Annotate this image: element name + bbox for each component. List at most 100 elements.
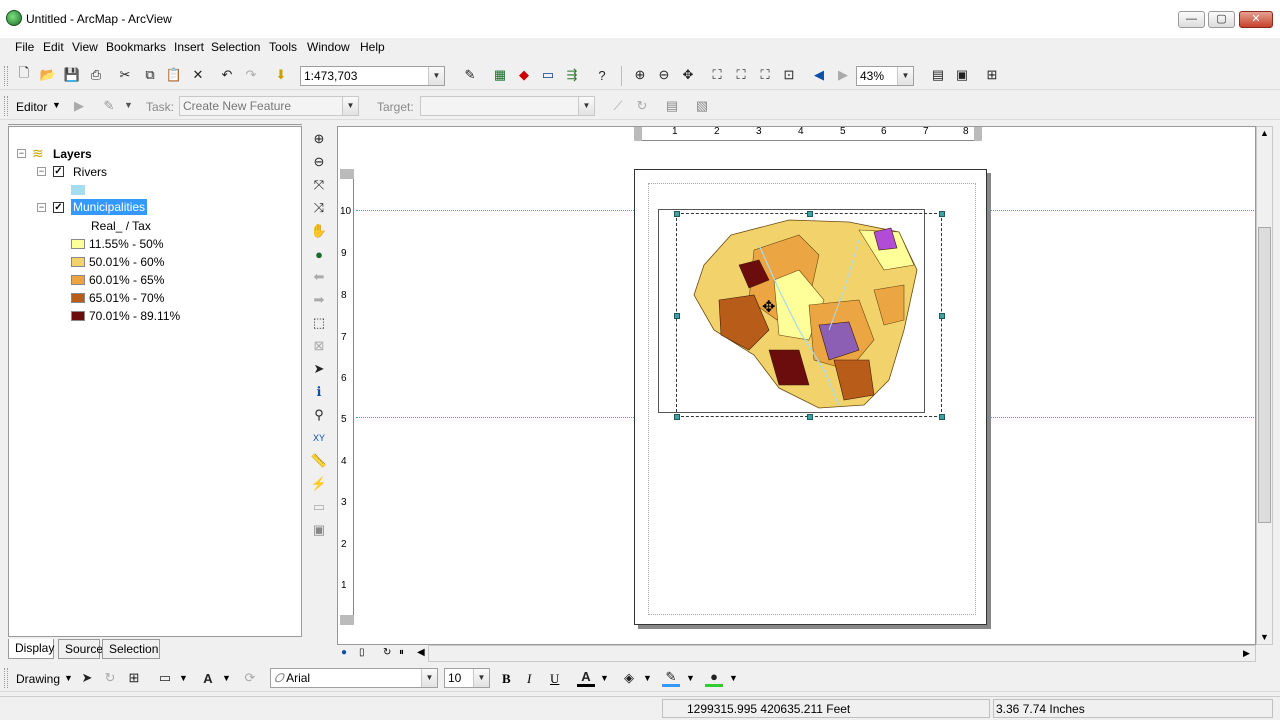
data-view-icon[interactable]: ●: [341, 647, 347, 658]
toolbar-grip[interactable]: [4, 668, 8, 688]
vertical-scrollbar[interactable]: ▲ ▼: [1256, 126, 1273, 645]
scrollbar-thumb[interactable]: [1258, 227, 1271, 523]
resize-handle[interactable]: [674, 313, 680, 319]
chevron-down-icon[interactable]: ▼: [473, 669, 489, 687]
chevron-down-icon[interactable]: ▼: [428, 67, 444, 85]
toolbar-grip[interactable]: [4, 66, 8, 86]
zoom-whole-page-icon[interactable]: ⛶: [708, 66, 726, 84]
find-binoculars-icon[interactable]: ⚲: [310, 406, 328, 424]
measure-icon[interactable]: 📏: [310, 452, 328, 470]
toolbar-grip[interactable]: [4, 96, 8, 116]
open-folder-icon[interactable]: 📂: [39, 66, 57, 84]
chevron-down-icon[interactable]: ▼: [729, 673, 738, 683]
resize-handle[interactable]: [939, 414, 945, 420]
copy-icon[interactable]: ⧉: [141, 66, 159, 84]
minimize-button[interactable]: —: [1178, 11, 1205, 28]
arctoolbox-icon[interactable]: ▦: [491, 66, 509, 84]
add-data-icon[interactable]: ⬇: [272, 66, 290, 84]
layer-visibility-checkbox[interactable]: ✓: [53, 202, 64, 213]
zoom-100-icon[interactable]: ⛶: [732, 66, 750, 84]
chevron-down-icon[interactable]: ▼: [64, 673, 73, 683]
whats-this-icon[interactable]: ?: [593, 66, 611, 84]
zoom-out-page-icon[interactable]: ⊖: [655, 66, 673, 84]
tab-display[interactable]: Display: [8, 639, 54, 659]
menu-file[interactable]: File: [15, 40, 34, 54]
back-extent-icon[interactable]: ◀: [810, 66, 828, 84]
italic-button[interactable]: I: [527, 671, 531, 687]
cut-icon[interactable]: ✂: [116, 66, 134, 84]
fixed-zoom-in-icon[interactable]: ⤧: [310, 176, 328, 194]
collapse-icon[interactable]: −: [37, 167, 46, 176]
select-elements-arrow-icon[interactable]: ➤: [310, 360, 328, 378]
chevron-down-icon[interactable]: ▼: [421, 669, 437, 687]
zoom-in-page-icon[interactable]: ⊕: [631, 66, 649, 84]
zoom-percent-combo[interactable]: 43% ▼: [856, 66, 914, 86]
resize-handle[interactable]: [807, 414, 813, 420]
resize-handle[interactable]: [807, 211, 813, 217]
fixed-zoom-out-icon[interactable]: ⊡: [780, 66, 798, 84]
font-combo[interactable]: 𝑂 Arial ▼: [270, 668, 438, 688]
layer-visibility-checkbox[interactable]: ✓: [53, 166, 64, 177]
chevron-down-icon[interactable]: ▼: [179, 673, 188, 683]
bold-button[interactable]: B: [502, 671, 511, 687]
map-scale-combo[interactable]: 1:473,703 ▼: [300, 66, 445, 86]
model-builder-icon[interactable]: ⇶: [563, 66, 581, 84]
scroll-down-icon[interactable]: ▼: [1260, 632, 1269, 642]
layer-rivers[interactable]: − ✓ Rivers: [35, 163, 235, 181]
tab-source[interactable]: Source: [58, 639, 103, 659]
drawing-menu[interactable]: Drawing: [16, 672, 60, 686]
menu-help[interactable]: Help: [360, 40, 385, 54]
editor-menu[interactable]: Editor: [16, 100, 47, 114]
full-extent-globe-icon[interactable]: ●: [310, 245, 328, 263]
paste-icon[interactable]: 📋: [165, 66, 183, 84]
fill-color-icon[interactable]: ◈: [620, 669, 638, 687]
menu-window[interactable]: Window: [307, 40, 350, 54]
resize-handle[interactable]: [939, 211, 945, 217]
save-icon[interactable]: 💾: [63, 66, 81, 84]
zoom-to-selected-icon[interactable]: ⊞: [125, 669, 143, 687]
font-color-icon[interactable]: A: [577, 669, 595, 687]
resize-handle[interactable]: [674, 211, 680, 217]
chevron-down-icon[interactable]: ▼: [600, 673, 609, 683]
scroll-right-icon[interactable]: ▶: [1243, 648, 1250, 659]
menu-tools[interactable]: Tools: [269, 40, 297, 54]
select-elements-icon[interactable]: ➤: [78, 669, 96, 687]
menu-bookmarks[interactable]: Bookmarks: [106, 40, 166, 54]
chevron-down-icon[interactable]: ▼: [897, 67, 913, 85]
undo-icon[interactable]: ↶: [218, 66, 236, 84]
selection-box[interactable]: [674, 211, 945, 420]
pan-page-icon[interactable]: ✥: [679, 66, 697, 84]
chevron-down-icon[interactable]: ▼: [643, 673, 652, 683]
resize-handle[interactable]: [939, 313, 945, 319]
menu-edit[interactable]: Edit: [43, 40, 64, 54]
scroll-up-icon[interactable]: ▲: [1260, 128, 1269, 138]
change-layout-icon[interactable]: ⊞: [983, 66, 1001, 84]
command-line-icon[interactable]: ▭: [539, 66, 557, 84]
layer-municipalities[interactable]: − ✓ Municipalities: [35, 199, 235, 217]
chevron-down-icon[interactable]: ▼: [686, 673, 695, 683]
font-size-combo[interactable]: 10 ▼: [444, 668, 490, 688]
chevron-down-icon[interactable]: ▼: [222, 673, 231, 683]
pause-drawing-icon[interactable]: ⏸: [399, 647, 404, 658]
toolbox-icon[interactable]: ◆: [515, 66, 533, 84]
editor-toolbar-icon[interactable]: ✎: [461, 66, 479, 84]
zoom-out-icon[interactable]: ⊖: [310, 153, 328, 171]
print-icon[interactable]: ⎙: [87, 66, 105, 84]
tab-selection[interactable]: Selection: [102, 639, 160, 659]
collapse-icon[interactable]: −: [17, 149, 26, 158]
resize-handle[interactable]: [674, 414, 680, 420]
scroll-left-icon[interactable]: ◀: [417, 647, 425, 658]
underline-button[interactable]: U: [550, 671, 559, 687]
delete-icon[interactable]: ✕: [189, 66, 207, 84]
new-text-icon[interactable]: A: [199, 669, 217, 687]
refresh-icon[interactable]: ↻: [383, 647, 391, 658]
line-color-icon[interactable]: ✎: [662, 669, 680, 687]
horizontal-scrollbar[interactable]: ▶: [428, 645, 1256, 662]
layout-view[interactable]: 1 2 3 4 5 6 7 8 10 9 8 7 6 5 4 3 2 1 ✥: [337, 126, 1256, 645]
new-document-icon[interactable]: 🗋: [15, 65, 33, 84]
marker-color-icon[interactable]: ●: [705, 669, 723, 687]
identify-icon[interactable]: ℹ: [310, 383, 328, 401]
menu-view[interactable]: View: [72, 40, 98, 54]
toggle-draft-mode-icon[interactable]: ▤: [929, 66, 947, 84]
select-features-icon[interactable]: ⬚: [310, 314, 328, 332]
